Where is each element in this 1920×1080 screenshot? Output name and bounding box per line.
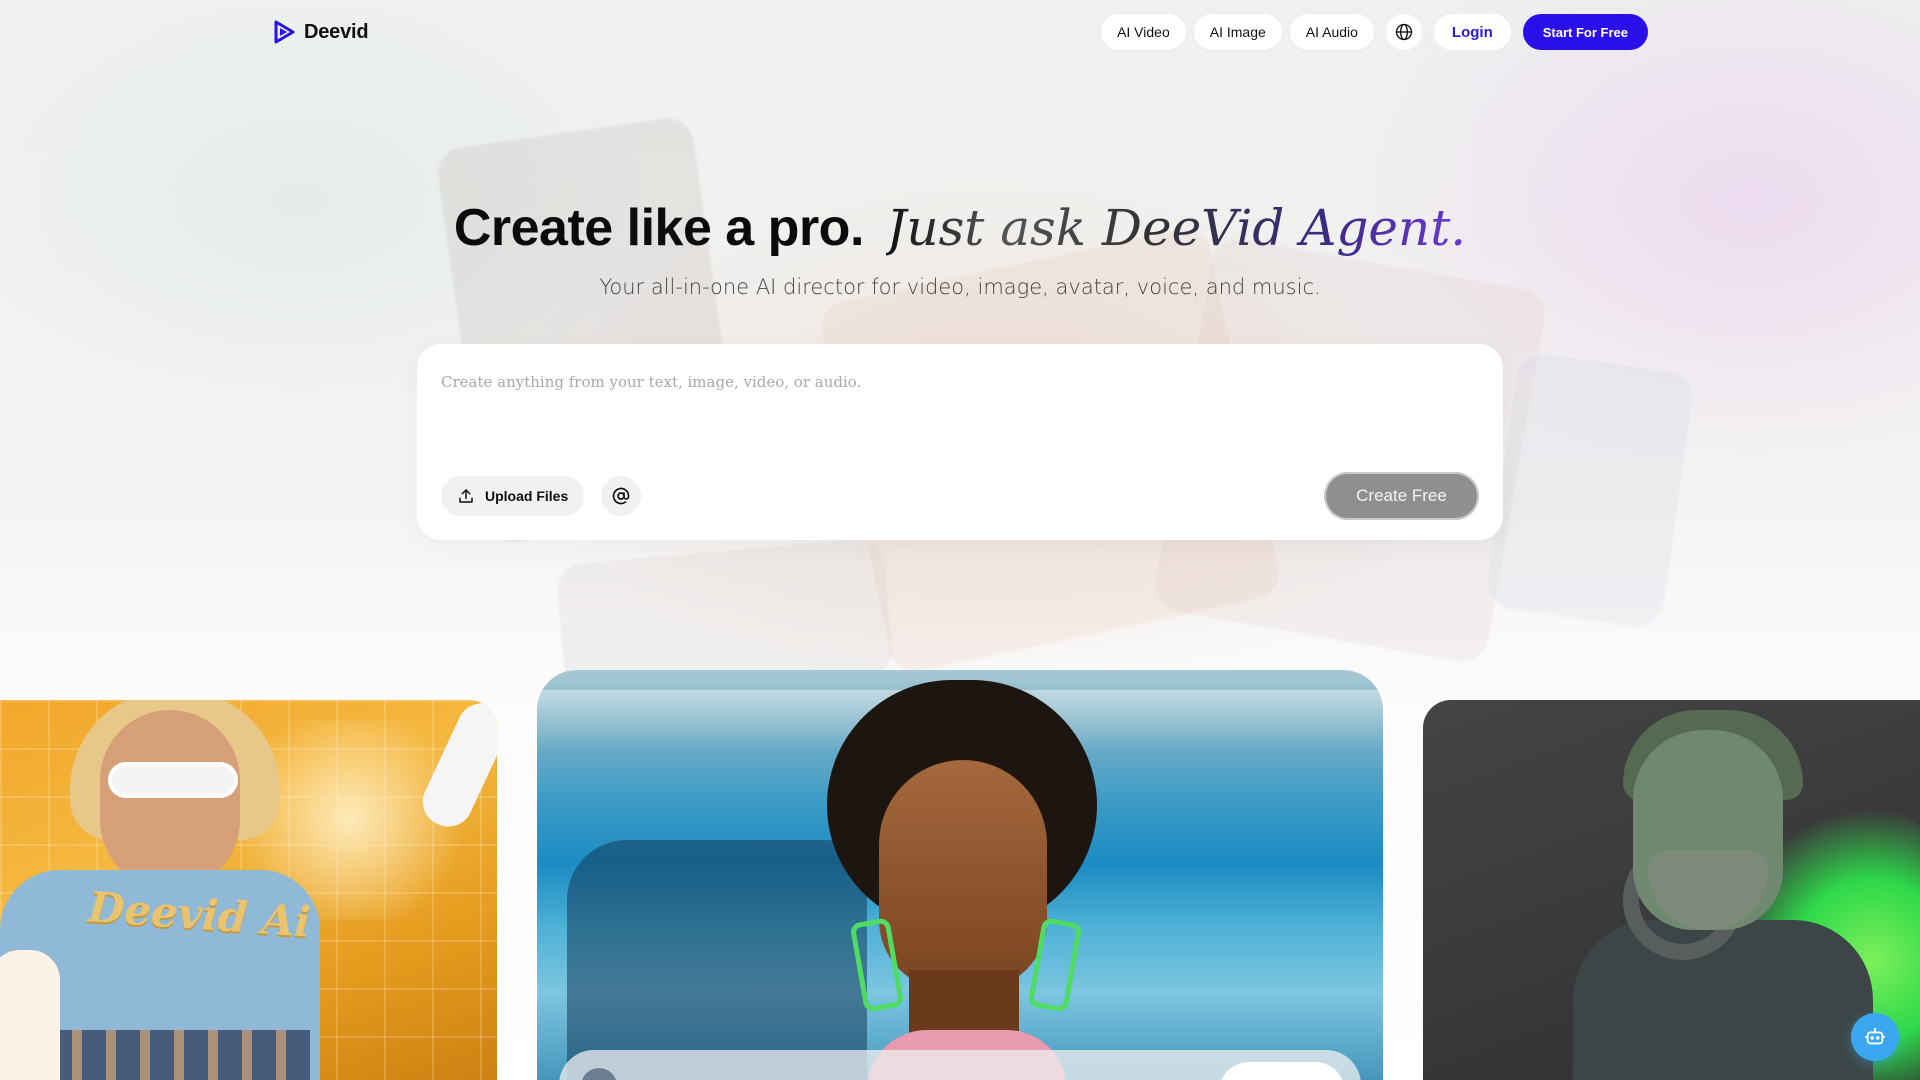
card-prompt-bar — [559, 1050, 1361, 1080]
car-silhouette — [567, 840, 867, 1080]
showcase-card-left[interactable]: Deevid Ai — [0, 700, 497, 1080]
background-card — [1482, 348, 1698, 632]
brand-logo[interactable]: Deevid — [272, 20, 369, 44]
face — [100, 710, 240, 890]
globe-icon — [1395, 23, 1413, 41]
upload-files-label: Upload Files — [485, 488, 569, 504]
robot-icon — [1864, 1027, 1886, 1045]
hero-subtitle: Your all-in-one AI director for video, i… — [599, 275, 1321, 299]
prompt-input[interactable] — [441, 362, 1441, 402]
upload-icon — [459, 489, 473, 503]
face — [879, 760, 1047, 990]
at-sign-icon — [612, 487, 630, 505]
mention-button[interactable] — [601, 476, 641, 516]
brand-name: Deevid — [304, 20, 369, 43]
plaid-shirt — [60, 1030, 310, 1080]
upload-files-button[interactable]: Upload Files — [441, 476, 585, 516]
hero-title-italic: Just ask DeeVid Agent. — [886, 199, 1467, 257]
card-prompt-bar-button[interactable] — [1219, 1062, 1345, 1080]
chat-assistant-button[interactable] — [1851, 1013, 1899, 1061]
start-for-free-button[interactable]: Start For Free — [1522, 14, 1648, 50]
nav-link-ai-video[interactable]: AI Video — [1101, 14, 1186, 50]
prompt-box: Upload Files Create Free — [417, 344, 1503, 540]
nav-link-ai-audio[interactable]: AI Audio — [1289, 14, 1374, 50]
top-nav: Deevid AI Video AI Image AI Audio Login … — [272, 14, 1648, 50]
milkshake-cup — [0, 950, 60, 1080]
play-triangle-icon — [274, 20, 295, 44]
hero-title: Create like a pro. Just ask DeeVid Agent… — [0, 196, 1920, 260]
nav-actions: AI Video AI Image AI Audio Login Start F… — [1101, 14, 1648, 50]
avatar — [581, 1068, 617, 1080]
language-button[interactable] — [1385, 14, 1422, 50]
showcase-card-center[interactable] — [537, 670, 1383, 1080]
login-button[interactable]: Login — [1433, 14, 1511, 50]
hero-title-bold: Create like a pro. — [453, 199, 865, 257]
nav-link-ai-image[interactable]: AI Image — [1193, 14, 1282, 50]
sunglasses — [108, 762, 238, 798]
create-free-button[interactable]: Create Free — [1324, 472, 1479, 520]
showcase-card-right[interactable] — [1423, 700, 1920, 1080]
